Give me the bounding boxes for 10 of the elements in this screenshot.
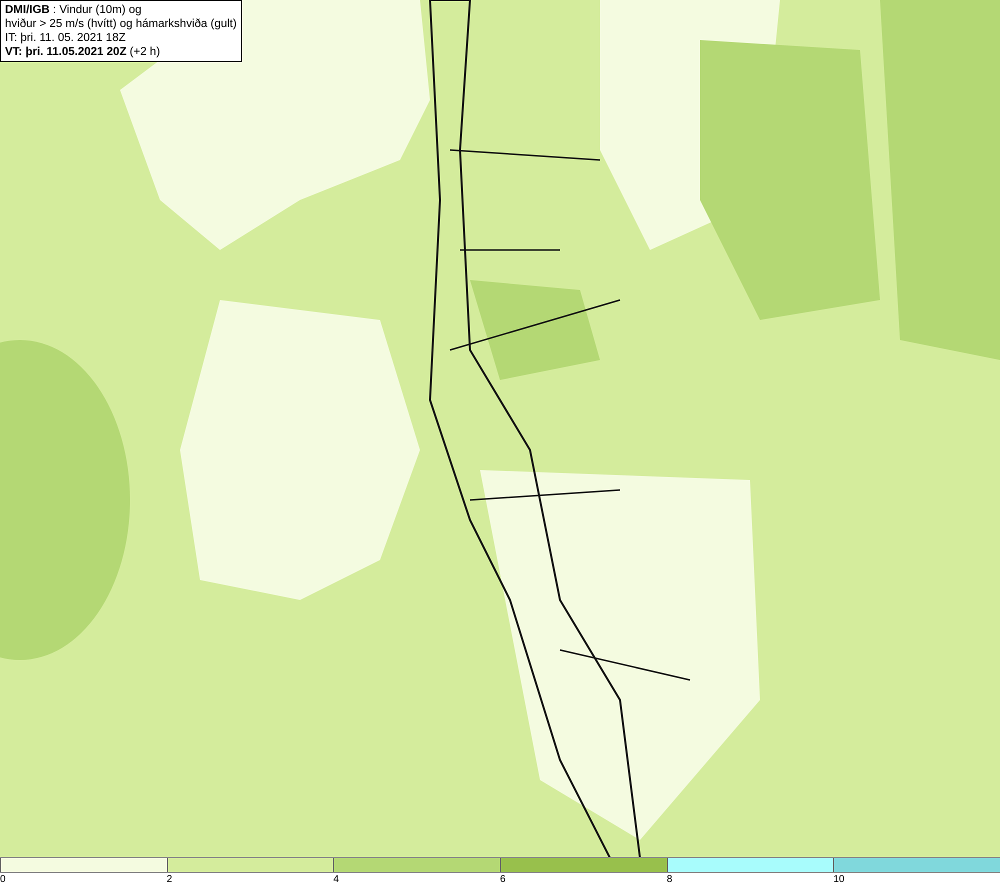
scale-label: 0 bbox=[0, 873, 6, 887]
scale-label: 10 bbox=[833, 873, 844, 887]
info-text: IT: þri. 11. 05. 2021 18Z bbox=[5, 31, 127, 45]
scale-label: 8 bbox=[666, 873, 672, 887]
scale-label: 2 bbox=[166, 873, 172, 887]
scale-label: 6 bbox=[500, 873, 506, 887]
scale-label: 4 bbox=[333, 873, 339, 887]
info-text: hviður > 25 m/s (hvítt) og hámarkshviða (gult) bbox=[5, 17, 237, 31]
info-text: DMI/IGB : Vindur (10m) og bbox=[5, 3, 143, 17]
info-text: VT: þri. 11.05.2021 20Z (+2 h) bbox=[5, 45, 162, 59]
